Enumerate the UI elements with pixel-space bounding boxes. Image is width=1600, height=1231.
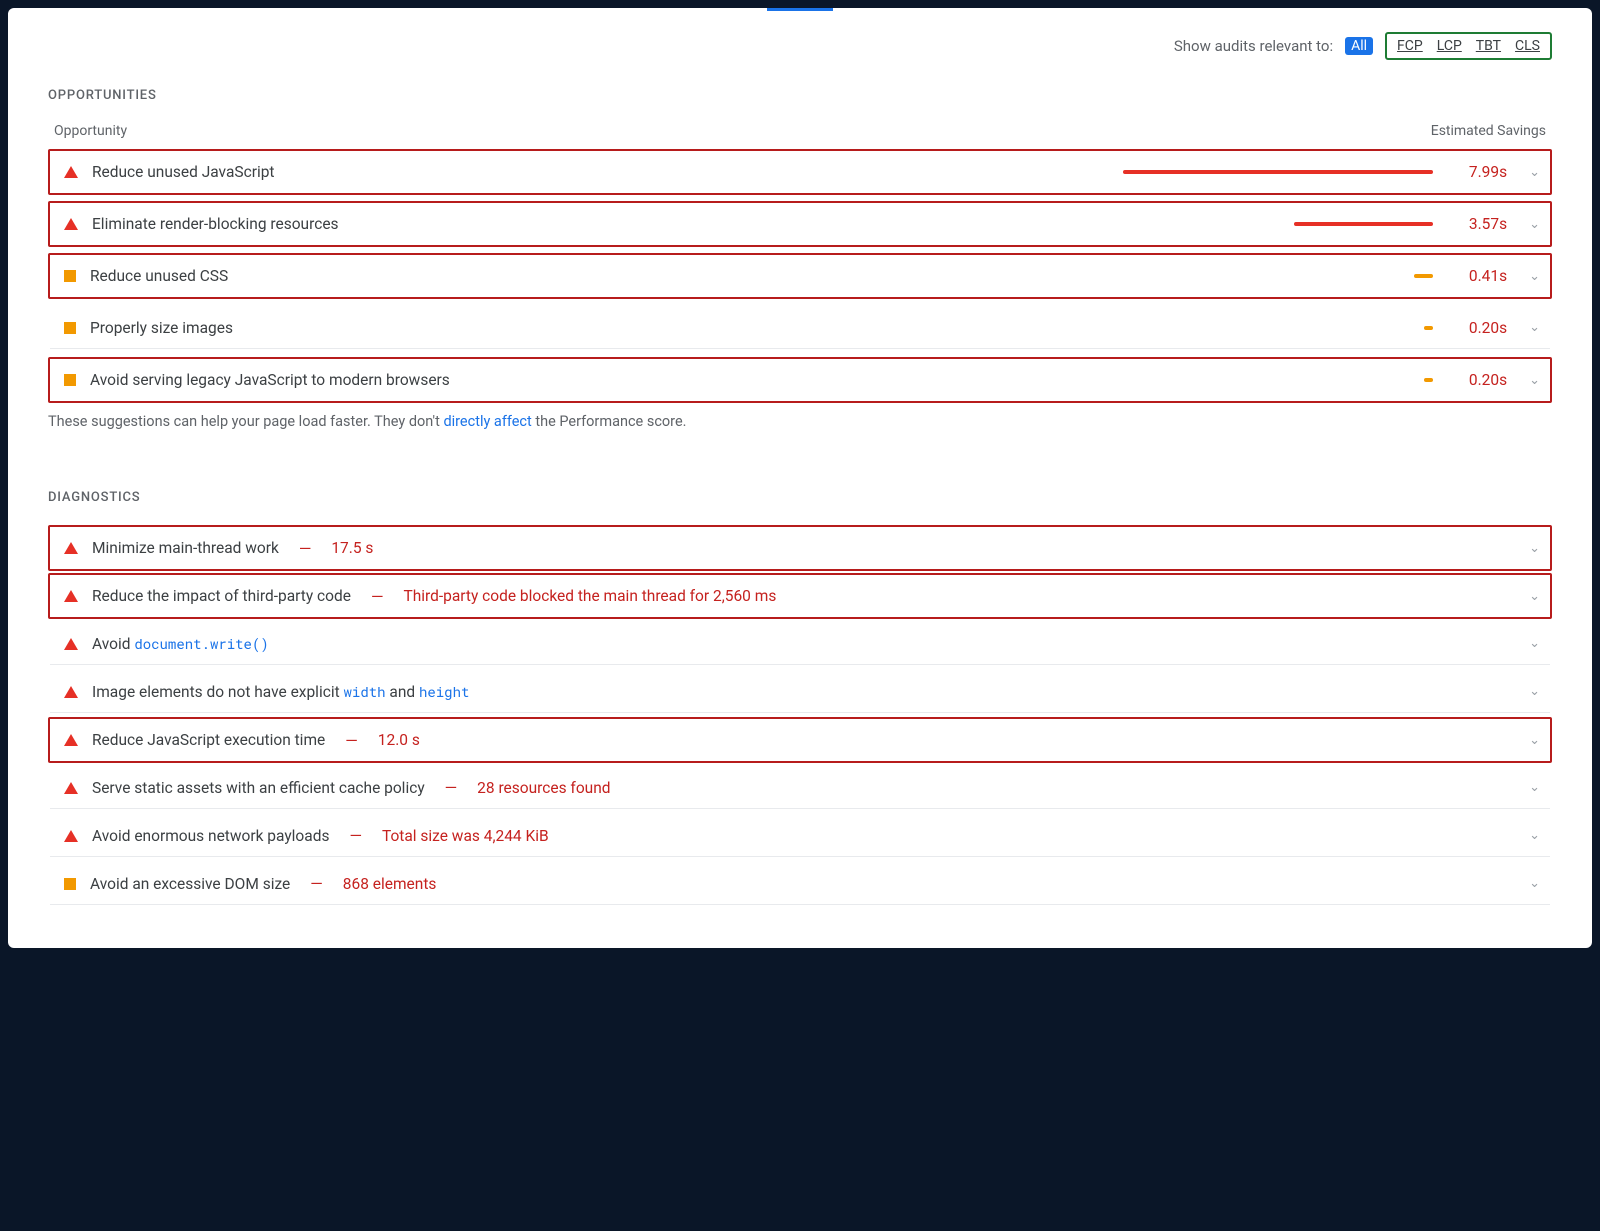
col-savings: Estimated Savings — [1431, 123, 1546, 139]
diagnostic-row[interactable]: Reduce the impact of third-party code—Th… — [48, 573, 1552, 619]
opportunities-heading: OPPORTUNITIES — [48, 88, 1552, 103]
diagnostic-title: Avoid enormous network payloads — [92, 827, 329, 845]
savings-bar — [1123, 378, 1433, 382]
diagnostic-title: Avoid document.write() — [92, 634, 269, 653]
col-opportunity: Opportunity — [54, 123, 127, 139]
opportunity-title: Eliminate render-blocking resources — [92, 215, 339, 233]
warning-square-icon — [64, 878, 76, 890]
opportunities-list: Reduce unused JavaScript7.99s⌄Eliminate … — [48, 149, 1552, 403]
savings-value: 0.20s — [1447, 371, 1507, 389]
opportunities-help: These suggestions can help your page loa… — [48, 413, 1552, 430]
warning-triangle-icon — [64, 166, 78, 178]
warning-triangle-icon — [64, 590, 78, 602]
diagnostic-row[interactable]: Image elements do not have explicit widt… — [48, 669, 1552, 715]
savings-value: 0.41s — [1447, 267, 1507, 285]
warning-square-icon — [64, 322, 76, 334]
chevron-down-icon[interactable]: ⌄ — [1529, 320, 1540, 335]
savings-value: 3.57s — [1447, 215, 1507, 233]
diagnostic-row[interactable]: Avoid an excessive DOM size—868 elements… — [48, 861, 1552, 907]
directly-affect-link[interactable]: directly affect — [443, 413, 531, 430]
diagnostic-title: Reduce the impact of third-party code — [92, 587, 351, 605]
chevron-down-icon[interactable]: ⌄ — [1529, 684, 1540, 699]
filter-fcp[interactable]: FCP — [1397, 38, 1423, 54]
warning-triangle-icon — [64, 782, 78, 794]
diagnostic-title: Avoid an excessive DOM size — [90, 875, 290, 893]
diagnostic-title: Serve static assets with an efficient ca… — [92, 779, 425, 797]
warning-triangle-icon — [64, 542, 78, 554]
diagnostic-title: Reduce JavaScript execution time — [92, 731, 325, 749]
diagnostic-title: Image elements do not have explicit widt… — [92, 682, 469, 701]
savings-value: 0.20s — [1447, 319, 1507, 337]
opportunity-row[interactable]: Reduce unused CSS 0.41s ⌄ — [48, 253, 1552, 299]
opportunity-row[interactable]: Properly size images 0.20s ⌄ — [48, 305, 1552, 351]
warning-square-icon — [64, 270, 76, 282]
warning-triangle-icon — [64, 734, 78, 746]
opportunity-row[interactable]: Avoid serving legacy JavaScript to moder… — [48, 357, 1552, 403]
diagnostic-row[interactable]: Avoid document.write() ⌄ — [48, 621, 1552, 667]
opportunity-title: Reduce unused JavaScript — [92, 163, 275, 181]
diagnostic-row[interactable]: Reduce JavaScript execution time—12.0 s⌄ — [48, 717, 1552, 763]
opportunity-row[interactable]: Reduce unused JavaScript 7.99s ⌄ — [48, 149, 1552, 195]
diagnostic-detail: 28 resources found — [477, 779, 610, 797]
chevron-down-icon[interactable]: ⌄ — [1529, 636, 1540, 651]
savings-bar — [1123, 222, 1433, 226]
savings-bar — [1123, 274, 1433, 278]
filter-tbt[interactable]: TBT — [1476, 38, 1501, 54]
diagnostic-detail: 17.5 s — [331, 539, 373, 557]
chevron-down-icon[interactable]: ⌄ — [1529, 733, 1540, 748]
opportunity-title: Reduce unused CSS — [90, 267, 228, 285]
diagnostic-detail: 12.0 s — [378, 731, 420, 749]
diagnostic-row[interactable]: Avoid enormous network payloads—Total si… — [48, 813, 1552, 859]
warning-triangle-icon — [64, 218, 78, 230]
diagnostics-heading: DIAGNOSTICS — [48, 490, 1552, 505]
opportunity-title: Properly size images — [90, 319, 233, 337]
filter-label: Show audits relevant to: — [1174, 37, 1333, 55]
diagnostic-row[interactable]: Serve static assets with an efficient ca… — [48, 765, 1552, 811]
diagnostic-detail: Third-party code blocked the main thread… — [403, 587, 776, 605]
chevron-down-icon[interactable]: ⌄ — [1529, 269, 1540, 284]
chevron-down-icon[interactable]: ⌄ — [1529, 217, 1540, 232]
filter-metrics-group: FCP LCP TBT CLS — [1385, 32, 1552, 60]
chevron-down-icon[interactable]: ⌄ — [1529, 589, 1540, 604]
chevron-down-icon[interactable]: ⌄ — [1529, 876, 1540, 891]
chevron-down-icon[interactable]: ⌄ — [1529, 165, 1540, 180]
diagnostic-detail: Total size was 4,244 KiB — [382, 827, 549, 845]
diagnostics-list: Minimize main-thread work—17.5 s⌄Reduce … — [48, 525, 1552, 907]
filter-all-button[interactable]: All — [1345, 37, 1373, 55]
active-tab-indicator — [767, 8, 833, 11]
diagnostic-title: Minimize main-thread work — [92, 539, 279, 557]
warning-triangle-icon — [64, 686, 78, 698]
warning-square-icon — [64, 374, 76, 386]
opportunity-row[interactable]: Eliminate render-blocking resources 3.57s… — [48, 201, 1552, 247]
savings-bar — [1123, 170, 1433, 174]
opportunities-columns: Opportunity Estimated Savings — [48, 123, 1552, 149]
warning-triangle-icon — [64, 830, 78, 842]
audit-filter-row: Show audits relevant to: All FCP LCP TBT… — [48, 32, 1552, 60]
lighthouse-panel: Show audits relevant to: All FCP LCP TBT… — [8, 8, 1592, 948]
filter-cls[interactable]: CLS — [1515, 38, 1540, 54]
chevron-down-icon[interactable]: ⌄ — [1529, 828, 1540, 843]
diagnostic-detail: 868 elements — [343, 875, 437, 893]
warning-triangle-icon — [64, 638, 78, 650]
opportunity-title: Avoid serving legacy JavaScript to moder… — [90, 371, 450, 389]
filter-lcp[interactable]: LCP — [1437, 38, 1462, 54]
savings-value: 7.99s — [1447, 163, 1507, 181]
diagnostic-row[interactable]: Minimize main-thread work—17.5 s⌄ — [48, 525, 1552, 571]
chevron-down-icon[interactable]: ⌄ — [1529, 373, 1540, 388]
savings-bar — [1123, 326, 1433, 330]
chevron-down-icon[interactable]: ⌄ — [1529, 541, 1540, 556]
chevron-down-icon[interactable]: ⌄ — [1529, 780, 1540, 795]
